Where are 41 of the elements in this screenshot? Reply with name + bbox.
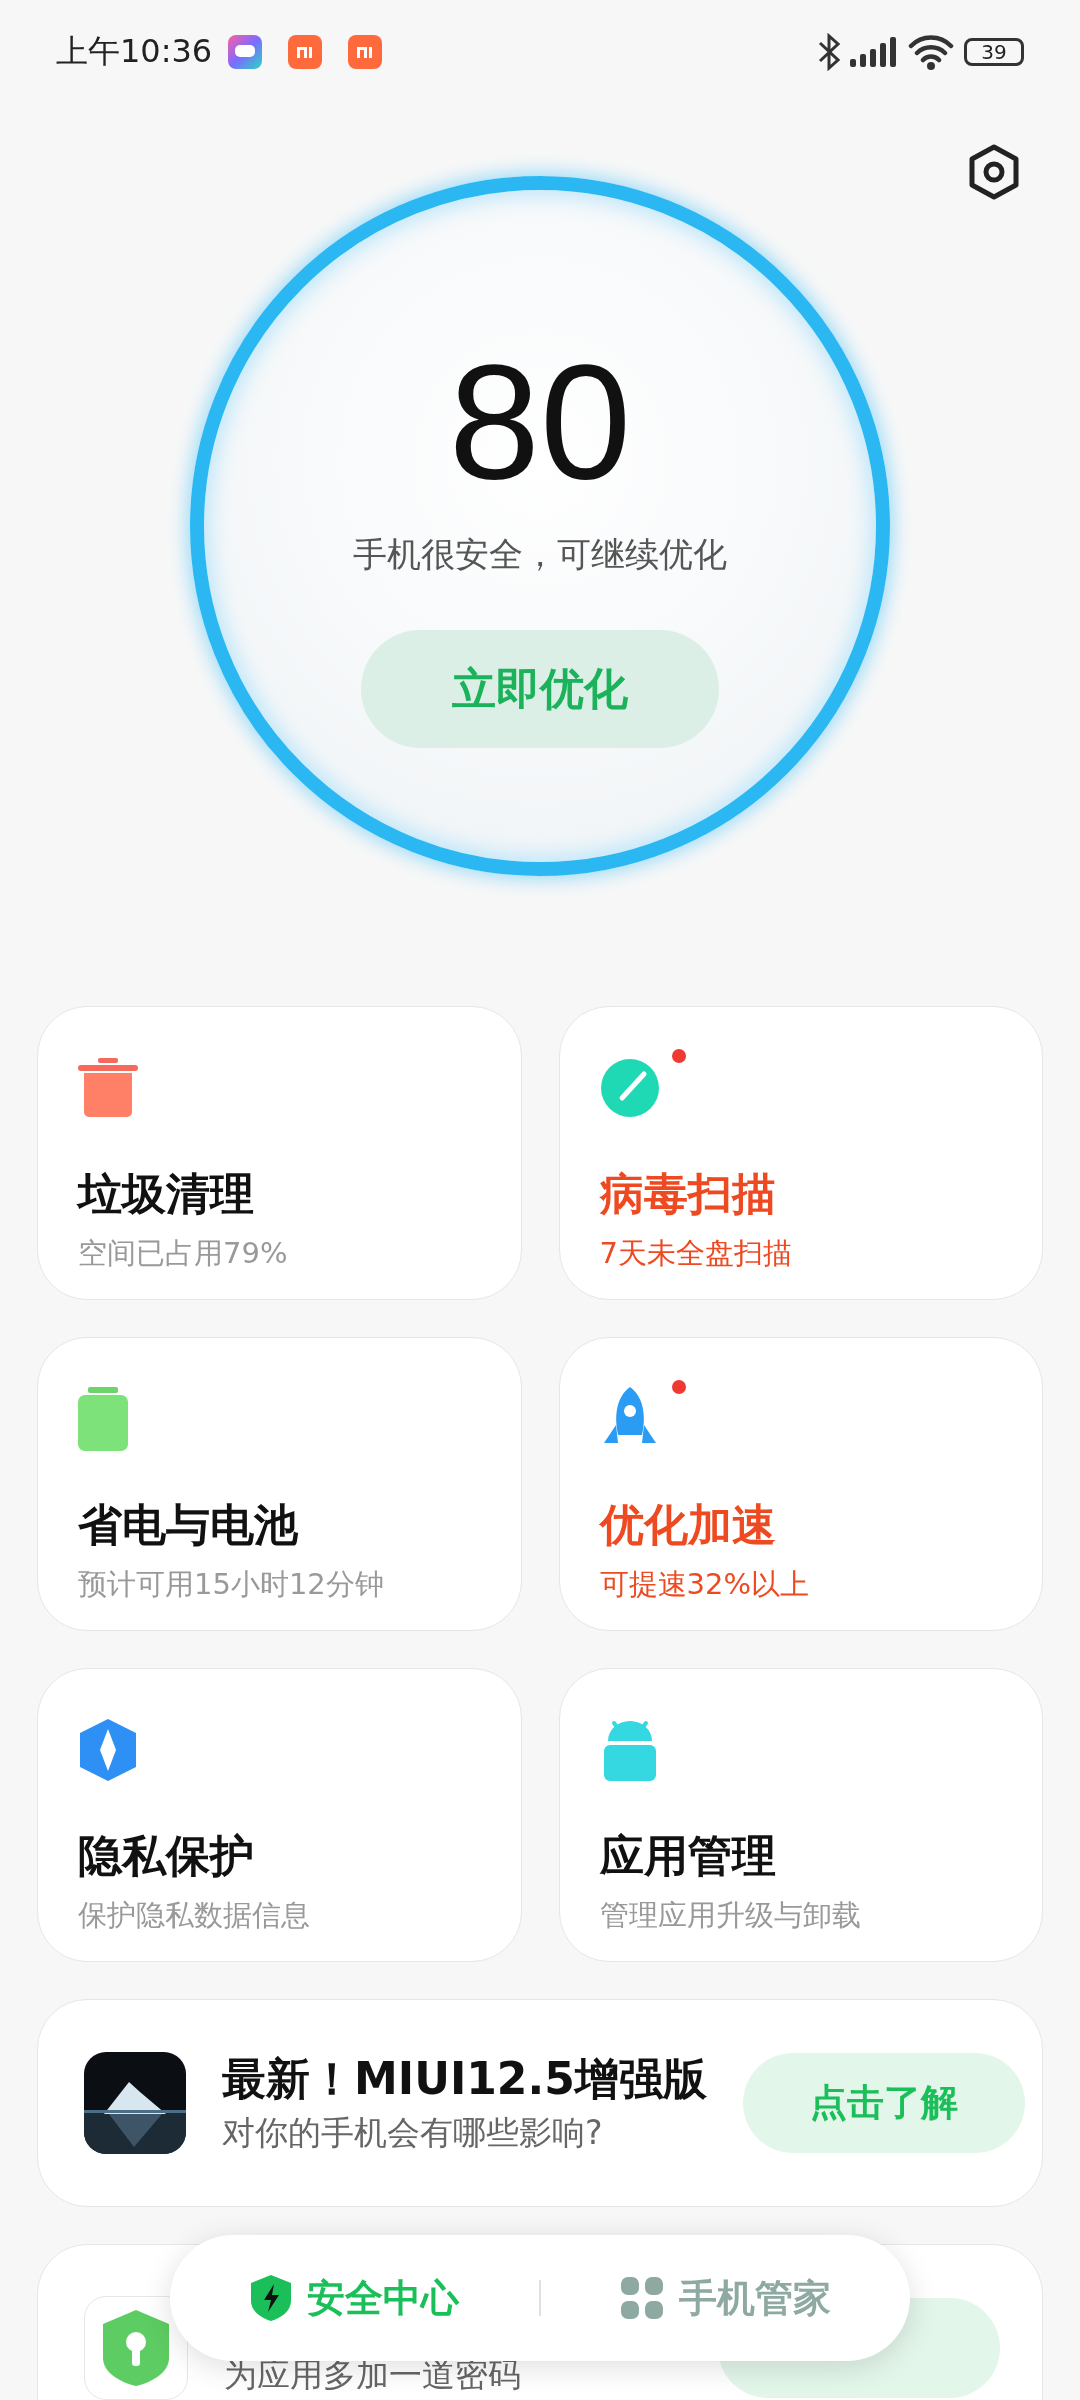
card-title: 省电与电池 — [78, 1498, 299, 1552]
shield-lock-icon — [103, 2310, 169, 2386]
score-value: 80 — [448, 340, 632, 504]
gauge-icon — [599, 1058, 660, 1118]
app-logo-icon — [288, 35, 323, 69]
signal-icon — [850, 37, 898, 67]
game-controller-icon — [228, 35, 263, 69]
battery-icon — [78, 1387, 128, 1451]
card-title: 病毒扫描 — [599, 1167, 777, 1221]
bluetooth-icon — [818, 33, 840, 71]
grid-icon — [620, 2277, 663, 2319]
feature-card[interactable]: 优化加速 可提速32%以上 — [558, 1337, 1043, 1631]
feature-card[interactable]: 应用管理 管理应用升级与卸载 — [558, 1668, 1043, 1962]
card-subtitle: 7天未全盘扫描 — [599, 1235, 793, 1272]
promo-title: 最新！MIUI12.5增强版 — [222, 2052, 707, 2106]
app-logo-icon — [348, 35, 383, 69]
feature-card[interactable]: 垃圾清理 空间已占用79% — [37, 1006, 522, 1300]
battery-indicator: 39 — [964, 38, 1024, 66]
card-subtitle: 管理应用升级与卸载 — [599, 1897, 862, 1934]
card-title: 应用管理 — [599, 1829, 777, 1883]
card-subtitle: 空间已占用79% — [78, 1235, 289, 1272]
settings-icon[interactable] — [968, 144, 1020, 200]
card-title: 垃圾清理 — [78, 1167, 255, 1221]
card-subtitle: 保护隐私数据信息 — [78, 1897, 311, 1934]
promo-subtitle: 对你的手机会有哪些影响? — [222, 2112, 604, 2154]
trash-can-icon — [78, 1058, 138, 1118]
card-subtitle: 可提速32%以上 — [599, 1566, 810, 1603]
card-subtitle: 预计可用15小时12分钟 — [78, 1566, 385, 1603]
feature-card[interactable]: 病毒扫描 7天未全盘扫描 — [558, 1006, 1043, 1300]
shield-icon — [78, 1719, 138, 1781]
optimize-button[interactable]: 立即优化 — [361, 630, 719, 748]
promo-button[interactable]: 点击了解 — [742, 2053, 1025, 2153]
feature-card[interactable]: 省电与电池 预计可用15小时12分钟 — [37, 1337, 522, 1631]
shield-icon — [250, 2275, 291, 2321]
nav-tab[interactable]: 手机管家 — [541, 2235, 910, 2361]
card-title: 隐私保护 — [78, 1829, 255, 1883]
wifi-icon — [908, 34, 954, 70]
status-time: 上午10:36 — [56, 31, 213, 72]
card-title: 优化加速 — [599, 1498, 777, 1552]
score-message: 手机很安全，可继续优化 — [353, 533, 727, 576]
feature-card[interactable]: 隐私保护 保护隐私数据信息 — [37, 1668, 522, 1962]
